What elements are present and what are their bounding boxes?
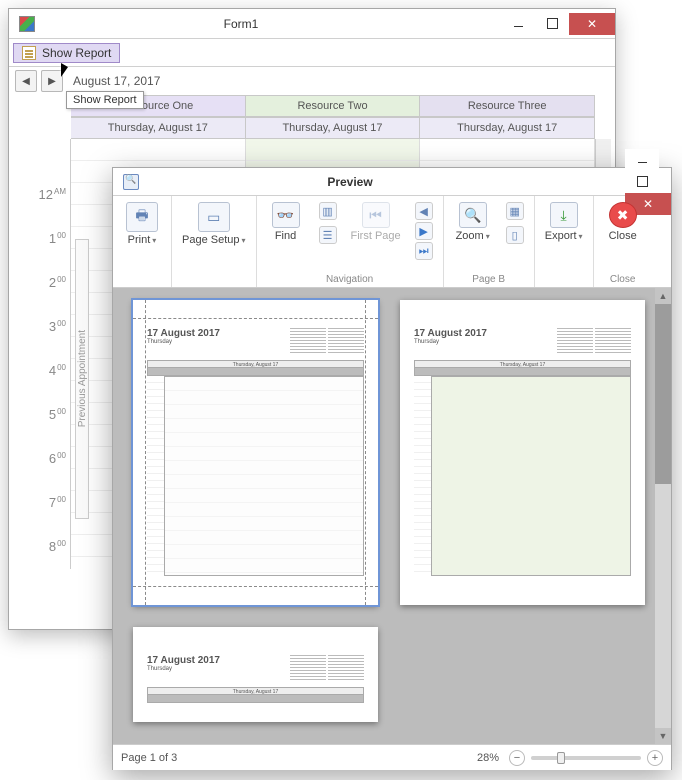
preview-document-area[interactable]: 17 August 2017 Thursday Thursday, August… — [113, 288, 671, 744]
zoom-button[interactable]: 🔍 Zoom — [450, 200, 496, 244]
scroll-thumb[interactable] — [655, 304, 671, 484]
page-setup-button[interactable]: ▭ Page Setup — [178, 200, 250, 248]
mini-calendar-icon — [328, 655, 364, 681]
prev-day-button[interactable]: ◀ — [15, 70, 37, 92]
maximize-button[interactable] — [535, 13, 569, 35]
mini-calendar-icon — [290, 655, 326, 681]
minimize-button[interactable] — [501, 13, 535, 35]
export-icon: ⤓ — [550, 202, 578, 228]
maximize-button[interactable] — [625, 171, 659, 193]
time-ruler: 12AM 100 200 300 400 500 600 700 800 — [13, 139, 71, 569]
find-button[interactable]: 👓 Find — [263, 200, 309, 244]
preview-page[interactable]: 17 August 2017 Thursday Thursday, August… — [400, 300, 645, 605]
next-day-button[interactable]: ▶ — [41, 70, 63, 92]
preview-title: Preview — [75, 175, 625, 189]
navigation-group-label: Navigation — [263, 274, 437, 285]
current-date-label: August 17, 2017 — [73, 74, 160, 88]
printer-icon: 🖶 — [126, 202, 158, 232]
binoculars-icon: 👓 — [272, 202, 300, 228]
form1-title: Form1 — [0, 17, 501, 31]
day-header-row: Thursday, August 17 Thursday, August 17 … — [13, 117, 611, 139]
page-nav-buttons[interactable]: ◀ ▶ ⏭ — [411, 200, 437, 262]
report-icon — [22, 46, 36, 60]
preview-page[interactable]: 17 August 2017 Thursday Thursday, August… — [133, 627, 378, 722]
scroll-down-icon[interactable]: ▼ — [655, 728, 671, 744]
preview-window: Preview 🖶 Print ▭ Page Setup — [112, 167, 672, 770]
mini-calendar-icon — [328, 328, 364, 354]
scroll-up-icon[interactable]: ▲ — [655, 288, 671, 304]
page-setup-icon: ▭ — [198, 202, 230, 232]
show-report-button[interactable]: Show Report — [13, 43, 120, 63]
first-page-button[interactable]: ⏮ First Page — [347, 200, 405, 244]
preview-page[interactable]: 17 August 2017 Thursday Thursday, August… — [133, 300, 378, 605]
single-page-icon: ▯ — [506, 226, 524, 244]
bookmarks-icon: ☰ — [319, 226, 337, 244]
prev-page-icon: ◀ — [415, 202, 433, 220]
page-indicator: Page 1 of 3 — [121, 752, 177, 764]
show-report-tooltip: Show Report — [66, 91, 144, 109]
preview-titlebar[interactable]: Preview — [113, 168, 671, 196]
zoom-in-button[interactable]: + — [647, 750, 663, 766]
previous-appointment-button[interactable]: Previous Appointment — [75, 239, 89, 519]
export-button[interactable]: ⤓ Export — [541, 200, 587, 244]
pageb-group-label: Page B — [450, 274, 528, 285]
print-button[interactable]: 🖶 Print — [119, 200, 165, 248]
mini-calendar-icon — [595, 328, 631, 354]
zoom-slider[interactable]: − + — [509, 750, 663, 766]
last-page-icon: ⏭ — [415, 242, 433, 260]
close-window-button[interactable] — [569, 13, 615, 35]
preview-vertical-scrollbar[interactable]: ▲ ▼ — [655, 288, 671, 744]
first-page-icon: ⏮ — [362, 202, 390, 228]
ribbon-toolbar: 🖶 Print ▭ Page Setup 👓 Find — [113, 196, 671, 288]
zoom-thumb[interactable] — [557, 752, 565, 764]
close-preview-button[interactable]: ✖ Close — [600, 200, 646, 244]
close-group-label: Close — [600, 274, 646, 285]
preview-icon — [123, 174, 139, 190]
day-header[interactable]: Thursday, August 17 — [71, 117, 246, 139]
zoom-track[interactable] — [531, 756, 641, 760]
form1-titlebar[interactable]: Form1 — [9, 9, 615, 39]
zoom-out-button[interactable]: − — [509, 750, 525, 766]
show-report-label: Show Report — [42, 46, 111, 60]
form1-toolbar: Show Report — [9, 39, 615, 67]
day-header[interactable]: Thursday, August 17 — [420, 117, 595, 139]
mini-calendar-icon — [557, 328, 593, 354]
thumbnails-icon: ▥ — [319, 202, 337, 220]
mini-calendar-icon — [290, 328, 326, 354]
multipage-icon: ▦ — [506, 202, 524, 220]
day-header[interactable]: Thursday, August 17 — [246, 117, 421, 139]
next-page-icon: ▶ — [415, 222, 433, 240]
magnifier-icon: 🔍 — [459, 202, 487, 228]
resource-header[interactable]: Resource Two — [246, 95, 421, 117]
thumbnails-button[interactable]: ▥ ☰ — [315, 200, 341, 246]
minimize-button[interactable] — [625, 149, 659, 171]
page-layout-button[interactable]: ▦ ▯ — [502, 200, 528, 246]
preview-statusbar: Page 1 of 3 28% − + — [113, 744, 671, 770]
zoom-percent-label: 28% — [477, 752, 499, 764]
resource-header[interactable]: Resource Three — [420, 95, 595, 117]
close-icon: ✖ — [609, 202, 637, 228]
